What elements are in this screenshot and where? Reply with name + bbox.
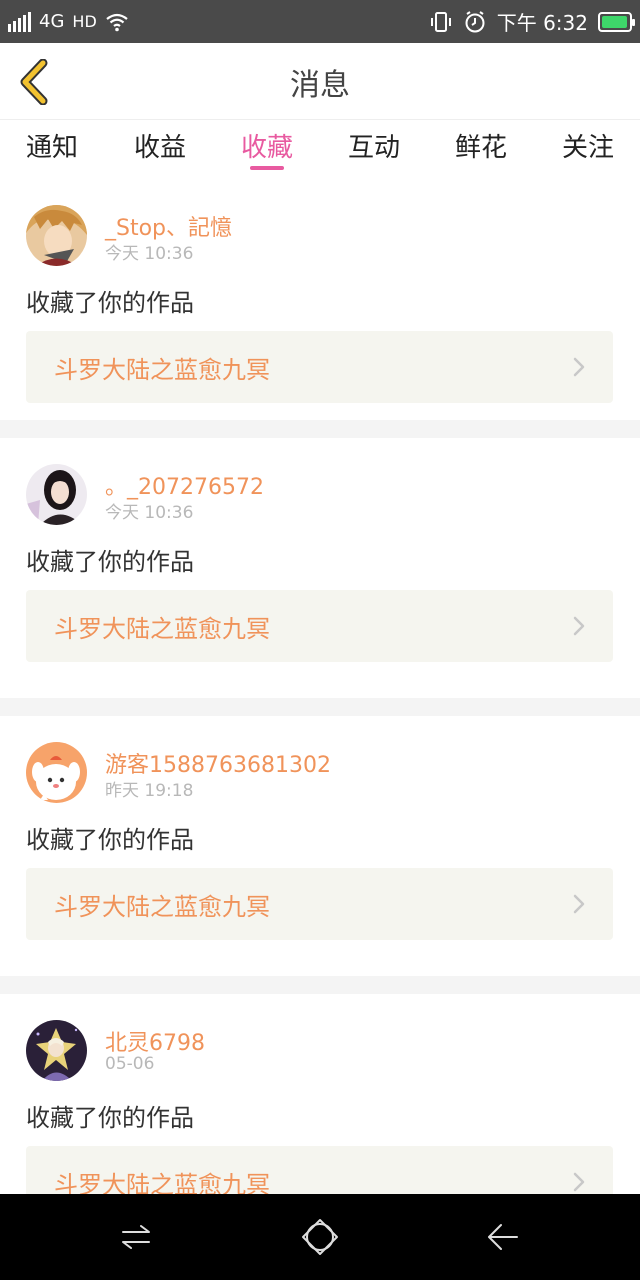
timestamp: 05-06 bbox=[105, 1054, 155, 1074]
work-link[interactable]: 斗罗大陆之蓝愈九冥 bbox=[26, 331, 613, 403]
switch-apps-icon bbox=[122, 1225, 150, 1249]
username[interactable]: 游客1588763681302 bbox=[105, 747, 331, 779]
back-arrow-icon bbox=[488, 1224, 518, 1250]
work-link[interactable]: 斗罗大陆之蓝愈九冥 bbox=[26, 590, 613, 662]
avatar[interactable] bbox=[26, 464, 87, 525]
alarm-icon bbox=[465, 10, 485, 32]
signal-icon bbox=[8, 11, 31, 32]
timestamp: 今天 10:36 bbox=[105, 244, 194, 264]
work-title: 斗罗大陆之蓝愈九冥 bbox=[54, 355, 270, 384]
chevron-right-icon bbox=[573, 616, 585, 636]
home-button[interactable] bbox=[295, 1212, 345, 1262]
tab-notifications[interactable]: 通知 bbox=[26, 121, 78, 179]
avatar[interactable] bbox=[26, 742, 87, 803]
battery-icon bbox=[598, 11, 635, 32]
divider bbox=[0, 976, 640, 994]
active-tab-indicator bbox=[250, 166, 284, 170]
tab-flowers[interactable]: 鲜花 bbox=[455, 121, 507, 179]
system-nav-bar bbox=[0, 1194, 640, 1280]
divider bbox=[0, 420, 640, 438]
timestamp: 昨天 19:18 bbox=[105, 781, 194, 801]
header: 消息 bbox=[0, 43, 640, 120]
work-title: 斗罗大陆之蓝愈九冥 bbox=[54, 892, 270, 921]
list-item: 游客1588763681302 昨天 19:18 收藏了你的作品 斗罗大陆之蓝愈… bbox=[0, 716, 640, 976]
network-type: 4G bbox=[39, 11, 65, 32]
chevron-right-icon bbox=[573, 894, 585, 914]
favorites-list: _Stop、記憶 今天 10:36 收藏了你的作品 斗罗大陆之蓝愈九冥 。_20… bbox=[0, 179, 640, 1232]
hd-indicator: HD bbox=[72, 12, 97, 31]
username[interactable]: 北灵6798 bbox=[105, 1025, 205, 1057]
vibrate-icon bbox=[430, 11, 451, 32]
tab-follows[interactable]: 关注 bbox=[562, 121, 614, 179]
chevron-right-icon bbox=[573, 1172, 585, 1192]
recents-button[interactable] bbox=[111, 1212, 161, 1262]
work-link[interactable]: 斗罗大陆之蓝愈九冥 bbox=[26, 868, 613, 940]
username[interactable]: _Stop、記憶 bbox=[105, 210, 232, 242]
tab-earnings[interactable]: 收益 bbox=[134, 121, 186, 179]
list-item: _Stop、記憶 今天 10:36 收藏了你的作品 斗罗大陆之蓝愈九冥 bbox=[0, 179, 640, 420]
avatar[interactable] bbox=[26, 205, 87, 266]
username[interactable]: 。_207276572 bbox=[105, 469, 264, 501]
list-item: 。_207276572 今天 10:36 收藏了你的作品 斗罗大陆之蓝愈九冥 bbox=[0, 438, 640, 698]
action-text: 收藏了你的作品 bbox=[26, 826, 194, 854]
action-text: 收藏了你的作品 bbox=[26, 548, 194, 576]
status-bar: 4G HD 下午 6:32 bbox=[0, 0, 640, 43]
divider bbox=[0, 698, 640, 716]
action-text: 收藏了你的作品 bbox=[26, 1104, 194, 1132]
tab-interactions[interactable]: 互动 bbox=[348, 121, 400, 179]
tab-bar: 通知 收益 收藏 互动 鲜花 关注 bbox=[0, 121, 640, 179]
clock: 下午 6:32 bbox=[496, 11, 588, 35]
page-title: 消息 bbox=[290, 67, 350, 103]
home-icon bbox=[302, 1219, 338, 1255]
avatar[interactable] bbox=[26, 1020, 87, 1081]
back-nav-button[interactable] bbox=[478, 1212, 528, 1262]
timestamp: 今天 10:36 bbox=[105, 503, 194, 523]
action-text: 收藏了你的作品 bbox=[26, 289, 194, 317]
wifi-icon bbox=[106, 13, 128, 31]
tab-favorites[interactable]: 收藏 bbox=[241, 121, 293, 179]
work-title: 斗罗大陆之蓝愈九冥 bbox=[54, 614, 270, 643]
chevron-right-icon bbox=[573, 357, 585, 377]
